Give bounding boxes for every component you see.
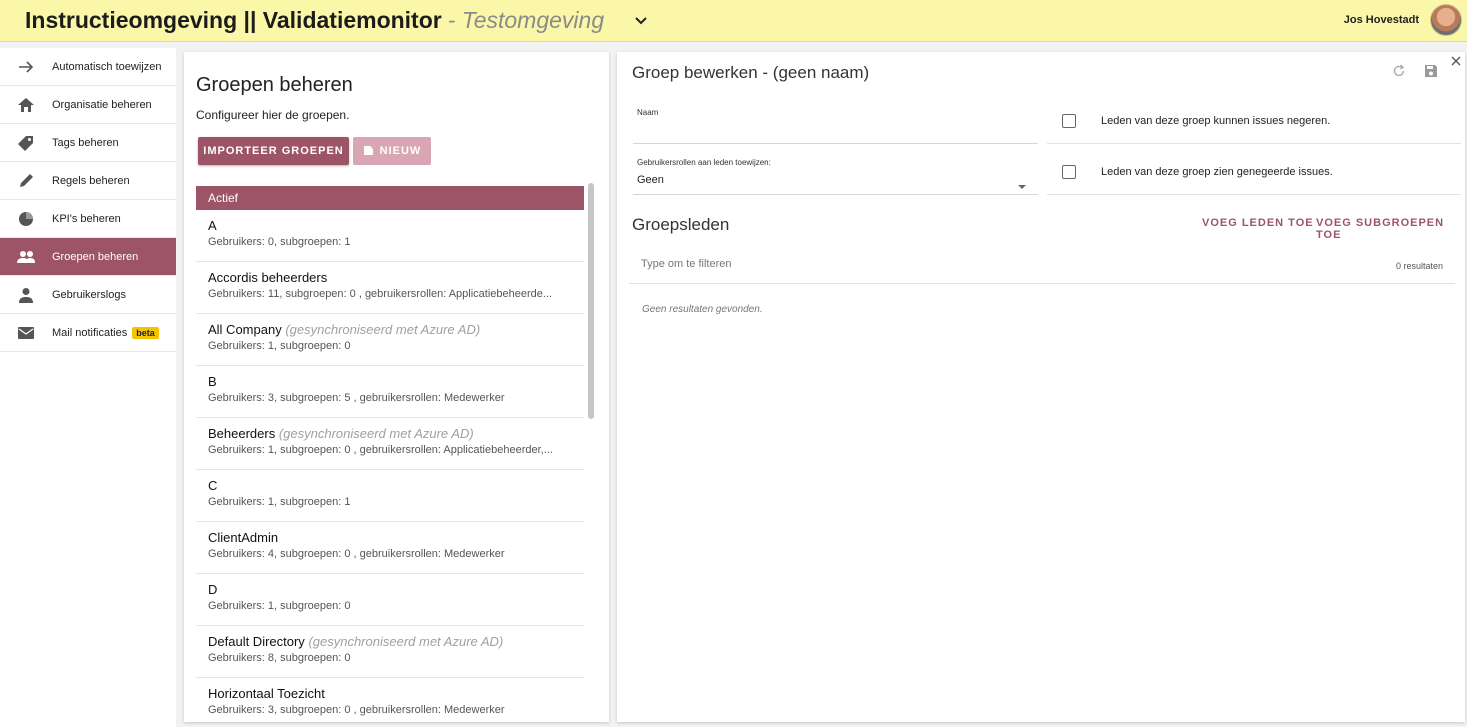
- import-groups-button[interactable]: IMPORTEER GROEPEN: [198, 137, 349, 165]
- sidebar-item-automatisch-toewijzen[interactable]: Automatisch toewijzen: [0, 48, 176, 86]
- group-name: Accordis beheerders: [208, 270, 328, 285]
- group-list-scrollbar[interactable]: [588, 183, 594, 419]
- roles-select[interactable]: Gebruikersrollen aan leden toewijzen: Ge…: [633, 152, 1038, 195]
- sidebar-item-kpis-beheren[interactable]: KPI's beheren: [0, 200, 176, 238]
- environment-label: - Testomgeving: [447, 7, 605, 33]
- user-name[interactable]: Jos Hovestadt: [1344, 14, 1419, 26]
- roles-select-value: Geen: [637, 174, 664, 186]
- members-filter: 0 resultaten: [629, 248, 1455, 284]
- list-item[interactable]: Default Directory (gesynchroniseerd met …: [196, 626, 584, 678]
- sidebar-item-label: Automatisch toewijzen: [52, 60, 162, 73]
- name-field[interactable]: Naam: [633, 102, 1038, 144]
- page-subtitle: Configureer hier de groepen.: [196, 108, 350, 122]
- group-sync-note: (gesynchroniseerd met Azure AD): [308, 634, 504, 649]
- sidebar-item-gebruikerslogs[interactable]: Gebruikerslogs: [0, 276, 176, 314]
- close-icon[interactable]: [1449, 54, 1463, 68]
- sidebar-item-label: KPI's beheren: [52, 212, 121, 225]
- group-name: Horizontaal Toezicht: [208, 686, 325, 701]
- group-name: Beheerders: [208, 426, 276, 441]
- page-title: Groepen beheren: [196, 74, 353, 96]
- list-item[interactable]: A Gebruikers: 0, subgroepen: 1: [196, 210, 584, 262]
- sidebar-item-groepen-beheren[interactable]: Groepen beheren: [0, 238, 176, 276]
- group-detail: Gebruikers: 11, subgroepen: 0 , gebruike…: [208, 288, 553, 300]
- tag-icon: [0, 135, 52, 151]
- sidebar-item-label: Gebruikerslogs: [52, 288, 126, 301]
- person-icon: [0, 287, 52, 303]
- arrow-right-icon: [0, 60, 52, 74]
- sidebar-item-label: Organisatie beheren: [52, 98, 152, 111]
- group-detail: Gebruikers: 1, subgroepen: 0: [208, 340, 351, 352]
- group-detail: Gebruikers: 1, subgroepen: 0 , gebruiker…: [208, 444, 553, 456]
- list-item[interactable]: B Gebruikers: 3, subgroepen: 5 , gebruik…: [196, 366, 584, 418]
- group-name: All Company: [208, 322, 282, 337]
- group-detail: Gebruikers: 4, subgroepen: 0 , gebruiker…: [208, 548, 505, 560]
- group-detail: Gebruikers: 3, subgroepen: 0 , gebruiker…: [208, 704, 505, 716]
- sidebar-item-regels-beheren[interactable]: Regels beheren: [0, 162, 176, 200]
- edit-group-panel: Groep bewerken - (geen naam) Naam Gebrui…: [617, 52, 1465, 722]
- refresh-icon[interactable]: [1391, 63, 1407, 79]
- pencil-icon: [0, 173, 52, 189]
- checkbox-can-ignore[interactable]: [1062, 114, 1076, 128]
- pie-chart-icon: [0, 211, 52, 227]
- group-name: C: [208, 478, 218, 493]
- save-icon[interactable]: [1423, 63, 1439, 79]
- avatar[interactable]: [1430, 4, 1462, 36]
- beta-badge: beta: [132, 326, 159, 339]
- sidebar: Automatisch toewijzen Organisatie behere…: [0, 48, 176, 727]
- home-icon: [0, 97, 52, 113]
- group-detail: Gebruikers: 3, subgroepen: 5 , gebruiker…: [208, 392, 505, 404]
- filter-input[interactable]: [641, 258, 1141, 270]
- new-group-button[interactable]: NIEUW: [353, 137, 431, 165]
- sidebar-item-organisatie-beheren[interactable]: Organisatie beheren: [0, 86, 176, 124]
- edit-panel-title: Groep bewerken - (geen naam): [632, 63, 870, 82]
- group-name: A: [208, 218, 217, 233]
- group-name: B: [208, 374, 217, 389]
- add-subgroups-button[interactable]: VOEG SUBGROEPEN TOE: [1316, 217, 1465, 241]
- roles-select-label: Gebruikersrollen aan leden toewijzen:: [637, 158, 771, 167]
- sidebar-item-label: Groepen beheren: [52, 250, 139, 263]
- group-detail: Gebruikers: 8, subgroepen: 0: [208, 652, 351, 664]
- chevron-down-icon[interactable]: [634, 14, 648, 28]
- group-detail: Gebruikers: 1, subgroepen: 0: [208, 600, 351, 612]
- add-members-button[interactable]: VOEG LEDEN TOE: [1202, 217, 1314, 229]
- group-detail: Gebruikers: 1, subgroepen: 1: [208, 496, 351, 508]
- group-sync-note: (gesynchroniseerd met Azure AD): [278, 426, 474, 441]
- group-list: Actief A Gebruikers: 0, subgroepen: 1 Ac…: [196, 186, 584, 722]
- group-name: D: [208, 582, 218, 597]
- checkbox-row-ignore[interactable]: Leden van deze groep kunnen issues neger…: [1047, 99, 1461, 144]
- result-count: 0 resultaten: [1395, 261, 1443, 271]
- checkbox-row-see-ignored[interactable]: Leden van deze groep zien genegeerde iss…: [1047, 150, 1461, 195]
- app-title: Instructieomgeving || Validatiemonitor: [25, 7, 442, 33]
- group-name: ClientAdmin: [208, 530, 279, 545]
- dropdown-arrow-icon: [1018, 185, 1026, 189]
- note-add-icon: [363, 143, 375, 159]
- list-item[interactable]: C Gebruikers: 1, subgroepen: 1: [196, 470, 584, 522]
- list-item[interactable]: Beheerders (gesynchroniseerd met Azure A…: [196, 418, 584, 470]
- list-header-active: Actief: [196, 186, 584, 210]
- list-item[interactable]: Accordis beheerders Gebruikers: 11, subg…: [196, 262, 584, 314]
- list-item[interactable]: D Gebruikers: 1, subgroepen: 0: [196, 574, 584, 626]
- list-item[interactable]: ClientAdmin Gebruikers: 4, subgroepen: 0…: [196, 522, 584, 574]
- group-detail: Gebruikers: 0, subgroepen: 1: [208, 236, 351, 248]
- mail-icon: [0, 326, 52, 340]
- app-header: Instructieomgeving || Validatiemonitor -…: [0, 0, 1467, 42]
- sidebar-item-tags-beheren[interactable]: Tags beheren: [0, 124, 176, 162]
- list-item[interactable]: Horizontaal Toezicht Gebruikers: 3, subg…: [196, 678, 584, 722]
- group-sync-note: (gesynchroniseerd met Azure AD): [285, 322, 481, 337]
- checkbox-see-ignored[interactable]: [1062, 165, 1076, 179]
- sidebar-item-label: Regels beheren: [52, 174, 130, 187]
- checkbox-can-ignore-label: Leden van deze groep kunnen issues neger…: [1101, 115, 1331, 127]
- members-title: Groepsleden: [632, 215, 730, 234]
- sidebar-item-mail-notificaties[interactable]: Mail notificaties beta: [0, 314, 176, 352]
- list-item[interactable]: All Company (gesynchroniseerd met Azure …: [196, 314, 584, 366]
- sidebar-item-label: Tags beheren: [52, 136, 119, 149]
- group-icon: [0, 250, 52, 264]
- new-group-label: NIEUW: [379, 145, 422, 157]
- name-field-label: Naam: [637, 108, 659, 117]
- checkbox-see-ignored-label: Leden van deze groep zien genegeerde iss…: [1101, 166, 1333, 178]
- sidebar-item-label: Mail notificaties: [52, 326, 128, 339]
- no-results-message: Geen resultaten gevonden.: [642, 304, 763, 315]
- group-name: Default Directory: [208, 634, 305, 649]
- groups-panel: Groepen beheren Configureer hier de groe…: [184, 52, 609, 722]
